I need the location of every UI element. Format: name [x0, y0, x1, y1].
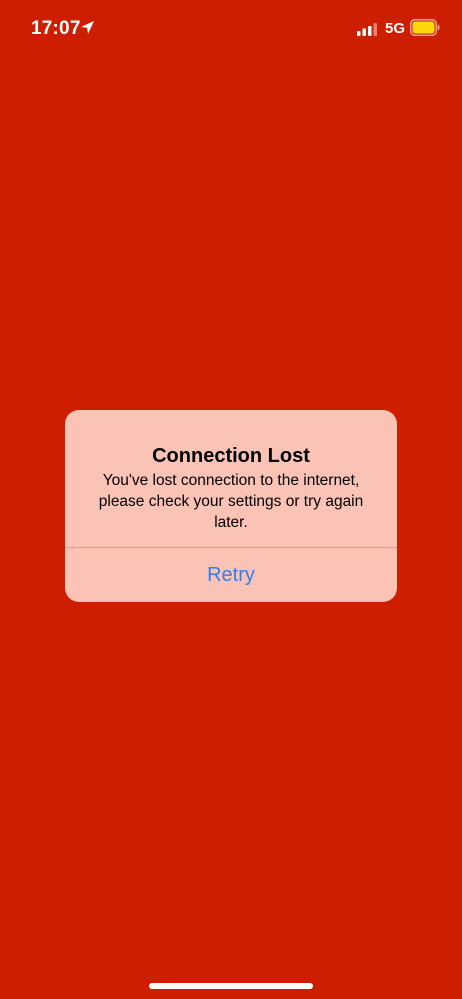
network-type-label: 5G	[385, 20, 406, 37]
battery-icon	[410, 19, 440, 36]
alert-message: You've lost connection to the internet, …	[98, 472, 364, 531]
connection-lost-alert: Connection Lost You've lost connection t…	[65, 410, 397, 602]
status-bar: 17:07 5G	[0, 0, 462, 60]
home-indicator[interactable]	[149, 983, 313, 989]
cellular-signal-icon	[357, 23, 377, 36]
alert-title: Connection Lost	[152, 445, 310, 467]
retry-button[interactable]: Retry	[65, 548, 397, 602]
status-time: 17:07	[31, 18, 81, 39]
location-arrow-icon	[81, 21, 94, 34]
